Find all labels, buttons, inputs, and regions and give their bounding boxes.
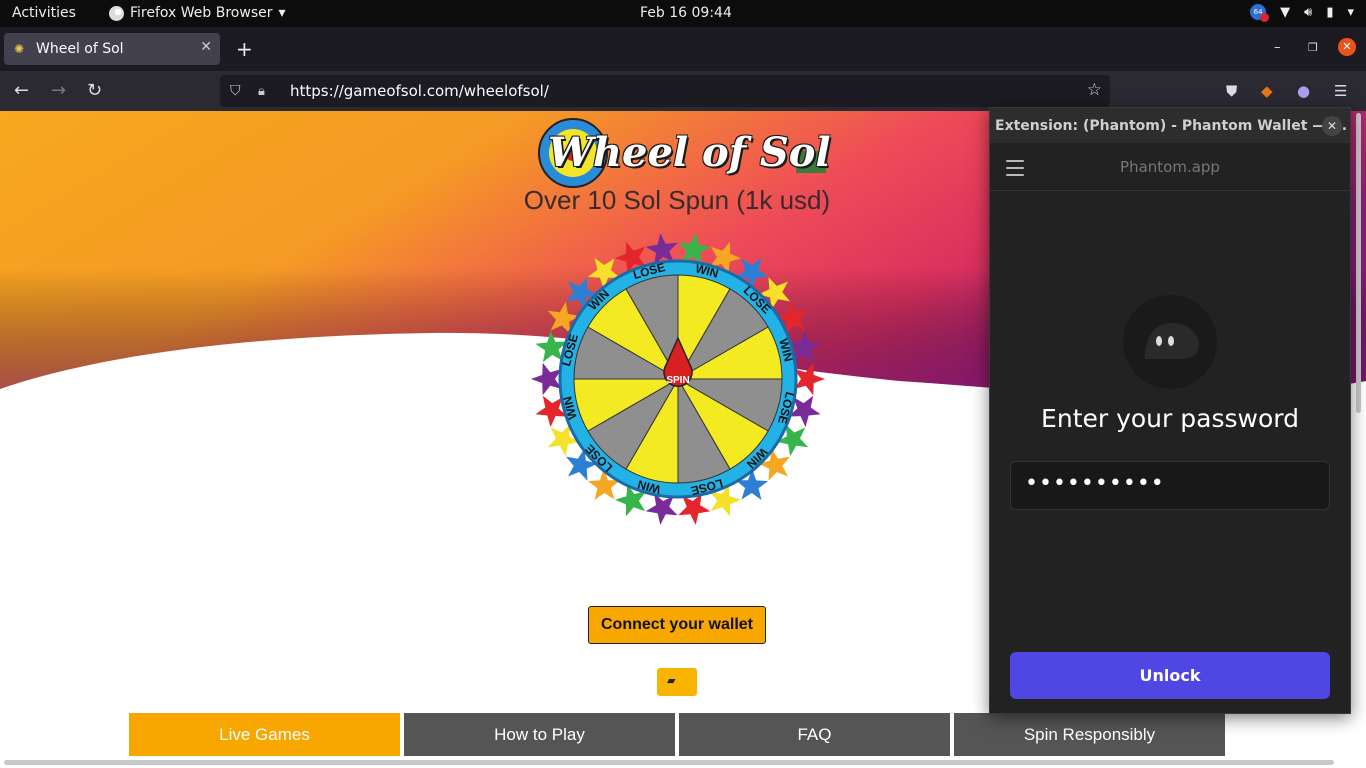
forward-icon[interactable]: → [51,80,66,101]
wheel-star-decoration [794,362,825,396]
tab-wheel-of-sol[interactable]: ✺ Wheel of Sol ✕ [4,33,220,65]
pocket-icon[interactable]: ⛊ [1226,82,1237,100]
restore-icon[interactable]: ❐ [1308,41,1318,54]
spin-wheel[interactable]: WINLOSEWINLOSEWINLOSEWINLOSEWINLOSEWINLO… [528,233,828,525]
wifi-icon: ▼ [1280,4,1291,20]
new-tab-button[interactable]: + [236,37,253,61]
phantom-ghost-icon [1123,295,1217,389]
chevron-down-icon: ▾ [278,5,286,21]
volume-icon: 🔊︎ [1304,4,1313,20]
back-icon[interactable]: ← [14,80,29,101]
connect-wallet-button[interactable]: Connect your wallet [588,606,766,644]
wheel-star-decoration [531,362,562,396]
url-bar[interactable]: ⛉ 🔒︎ https://gameofsol.com/wheelofsol/ ☆ [220,75,1110,107]
phantom-header: Phantom.app [990,143,1350,191]
horizontal-scrollbar[interactable] [4,760,1334,765]
reload-icon[interactable]: ↻ [87,80,102,101]
activities-button[interactable]: Activities [12,5,76,21]
notification-icon[interactable]: 64 [1250,4,1270,22]
phantom-site-label: Phantom.app [1120,158,1220,176]
popup-close-icon[interactable]: ✕ [1322,116,1342,136]
firefox-icon [109,5,124,21]
password-heading: Enter your password [1041,404,1299,433]
menu-icon[interactable]: ☰ [1334,82,1347,100]
url-text[interactable]: https://gameofsol.com/wheelofsol/ [290,82,549,100]
app-menu-label: Firefox Web Browser [130,5,273,21]
tab-spin-responsibly[interactable]: Spin Responsibly [954,713,1225,756]
phantom-wallet-popup: Extension: (Phantom) - Phantom Wallet — … [989,107,1351,714]
popup-title: Extension: (Phantom) - Phantom Wallet — … [990,108,1350,143]
bookmark-star-icon[interactable]: ☆ [1087,80,1102,100]
tab-title: Wheel of Sol [36,41,124,57]
wallet-mini-button[interactable]: ▰ [657,668,697,696]
system-tray[interactable]: 64 ▼ 🔊︎ ▮ ▾ [1250,4,1354,22]
close-tab-icon[interactable]: ✕ [200,39,212,55]
logo-title: Wheel of Sol [548,129,831,176]
window-close-icon[interactable]: ✕ [1338,38,1356,56]
metamask-icon[interactable]: ◆ [1261,82,1273,100]
system-top-bar: Activities Firefox Web Browser ▾ Feb 16 … [0,0,1366,27]
navigation-bar: ← → ↻ ⛉ 🔒︎ https://gameofsol.com/wheelof… [0,71,1366,111]
chevron-down-icon: ▾ [1347,4,1354,20]
vertical-scrollbar[interactable] [1356,113,1361,413]
clock[interactable]: Feb 16 09:44 [640,5,732,21]
unlock-button[interactable]: Unlock [1010,652,1330,699]
tab-how-to-play[interactable]: How to Play [404,713,675,756]
favicon-icon: ✺ [14,42,25,56]
spin-center-label[interactable]: SPIN [666,375,689,386]
wallet-icon: ▰ [667,674,676,687]
tab-strip: ✺ Wheel of Sol ✕ + – ❐ ✕ [0,27,1366,71]
tab-live-games[interactable]: Live Games [129,713,400,756]
lock-icon[interactable]: 🔒︎ [258,84,274,99]
phantom-extension-icon[interactable]: ● [1297,82,1310,100]
password-field[interactable]: •••••••••• [1010,461,1330,510]
tab-faq[interactable]: FAQ [679,713,950,756]
battery-icon: ▮ [1326,4,1334,20]
minimize-icon[interactable]: – [1274,40,1281,55]
app-menu[interactable]: Firefox Web Browser ▾ [109,5,286,21]
shield-icon[interactable]: ⛉ [230,83,246,99]
